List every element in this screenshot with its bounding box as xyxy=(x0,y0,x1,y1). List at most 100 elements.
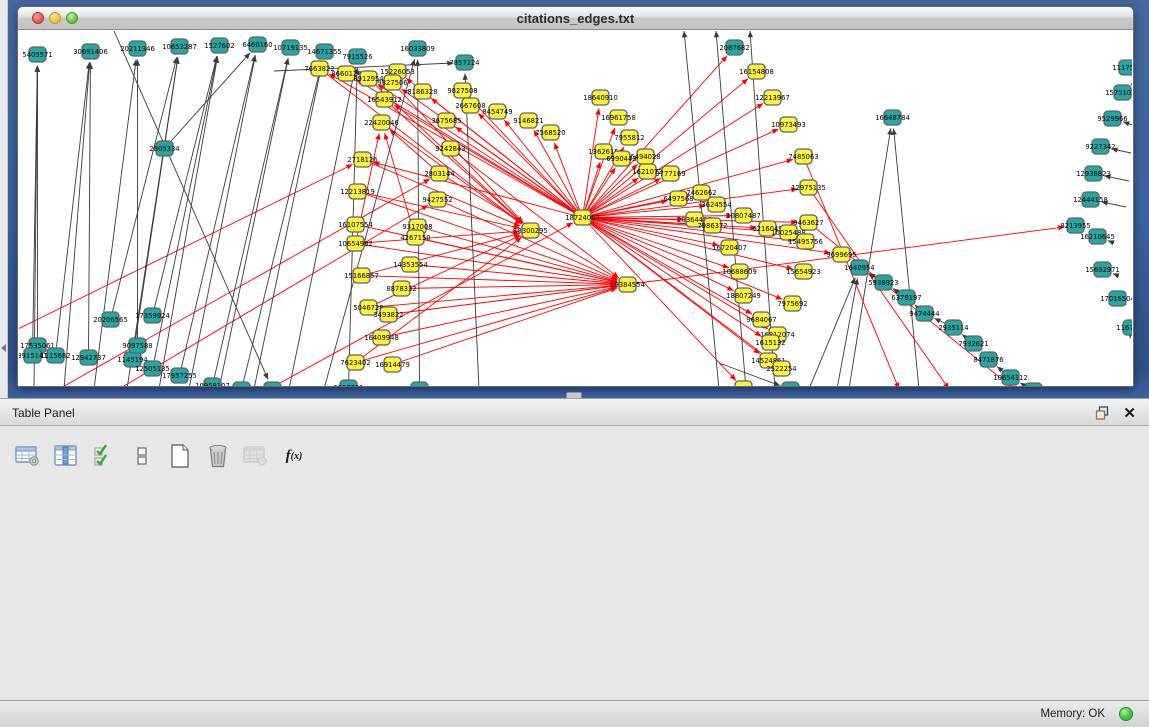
svg-text:4267150: 4267150 xyxy=(400,234,430,242)
network-node[interactable]: 9427552 xyxy=(422,192,452,207)
float-window-icon[interactable] xyxy=(1095,406,1109,420)
network-node[interactable]: 15166857 xyxy=(344,268,379,283)
network-node[interactable]: 16136141 xyxy=(726,381,761,386)
network-node[interactable]: 9827508 xyxy=(447,83,477,98)
network-node[interactable]: 16409948 xyxy=(364,330,399,345)
network-node[interactable]: 8213955 xyxy=(1060,218,1090,233)
rows-mode-button[interactable] xyxy=(128,442,156,470)
svg-text:9097588: 9097588 xyxy=(122,342,152,350)
network-node[interactable]: 7857224 xyxy=(449,55,479,70)
select-all-button[interactable] xyxy=(90,442,118,470)
network-node[interactable]: 7932621 xyxy=(958,336,988,351)
network-node[interactable]: 1733426 xyxy=(775,382,805,386)
network-node[interactable]: 7568520 xyxy=(535,125,565,140)
network-node[interactable]: 15751074 xyxy=(1105,85,1132,100)
network-node[interactable]: 30691406 xyxy=(73,44,108,59)
network-node[interactable]: 9146821 xyxy=(513,113,543,128)
network-window[interactable]: citations_edges.txt 5405571 30691406 20211… xyxy=(17,6,1134,387)
network-node[interactable]: 6460160 xyxy=(242,37,272,52)
network-node[interactable]: 14671355 xyxy=(307,44,342,59)
network-node[interactable]: 7663822 xyxy=(304,61,334,76)
network-edge xyxy=(213,58,289,385)
network-node[interactable]: 17016504 xyxy=(1100,291,1132,306)
svg-text:15692971: 15692971 xyxy=(1085,266,1120,274)
svg-text:10654112: 10654112 xyxy=(993,374,1028,382)
network-node[interactable]: 12213967 xyxy=(755,90,790,105)
network-node[interactable]: 10958107 xyxy=(195,378,230,386)
network-node[interactable]: 2805334 xyxy=(149,141,179,156)
svg-text:2087682: 2087682 xyxy=(719,44,749,52)
network-node[interactable]: 9529966 xyxy=(1097,111,1127,126)
network-edge xyxy=(269,223,573,386)
network-node[interactable]: 12942737 xyxy=(71,350,106,365)
network-node[interactable]: 10719135 xyxy=(273,40,308,55)
svg-text:8878332: 8878332 xyxy=(386,285,416,293)
network-node[interactable]: 16961758 xyxy=(601,110,636,125)
network-node[interactable]: 10654982 xyxy=(338,236,373,251)
delete-trash-button[interactable] xyxy=(204,442,232,470)
network-node[interactable]: 3675685 xyxy=(431,113,461,128)
show-columns-button[interactable] xyxy=(52,442,80,470)
svg-text:12444158: 12444158 xyxy=(1073,196,1108,204)
table-panel-header: Table Panel ✕ xyxy=(0,398,1149,426)
network-node[interactable]: 5405571 xyxy=(22,47,52,62)
network-node[interactable]: 12923448 xyxy=(255,382,290,386)
svg-text:14353554: 14353554 xyxy=(393,261,428,269)
network-node[interactable]: 22420046 xyxy=(364,115,399,130)
network-node[interactable]: 6379197 xyxy=(891,290,921,305)
network-node[interactable]: 10653287 xyxy=(162,39,197,54)
network-node[interactable]: 7623402 xyxy=(340,355,370,370)
network-node[interactable]: 4267150 xyxy=(400,230,430,245)
network-node[interactable]: 16033809 xyxy=(400,41,435,56)
network-node[interactable]: 7975692 xyxy=(777,296,807,311)
network-node[interactable]: 12938823 xyxy=(1076,166,1111,181)
network-node[interactable]: 10654112 xyxy=(993,370,1028,385)
network-node[interactable]: 9227342 xyxy=(1085,139,1115,154)
network-node[interactable]: 1527602 xyxy=(204,38,234,53)
import-table-disabled-button xyxy=(242,442,270,470)
network-node[interactable]: 16648784 xyxy=(875,110,910,125)
svg-text:15166857: 15166857 xyxy=(344,272,379,280)
network-edge xyxy=(89,62,91,357)
network-node[interactable]: 20206565 xyxy=(93,312,128,327)
function-builder-button[interactable]: f(x) xyxy=(280,442,308,470)
network-node[interactable]: 12975135 xyxy=(791,180,826,195)
network-node[interactable]: 7955812 xyxy=(614,130,644,145)
network-canvas[interactable]: 5405571 30691406 20211346 10653287 1527602 64… xyxy=(19,31,1132,386)
svg-text:1615132: 1615132 xyxy=(755,339,785,347)
network-node[interactable]: 13716485 xyxy=(402,382,437,386)
panel-collapse-arrow-icon[interactable] xyxy=(1,344,6,352)
svg-text:1527602: 1527602 xyxy=(204,42,234,50)
network-node[interactable]: 1167531 xyxy=(1116,320,1132,335)
network-node[interactable]: 18640910 xyxy=(583,90,618,105)
network-node[interactable]: 12213819 xyxy=(340,184,375,199)
network-node[interactable]: 16720407 xyxy=(712,240,747,255)
window-titlebar[interactable]: citations_edges.txt xyxy=(18,7,1133,30)
network-node[interactable]: 1117538 xyxy=(1112,60,1132,75)
network-node[interactable]: 2087682 xyxy=(719,40,749,55)
svg-text:18640910: 18640910 xyxy=(583,94,618,102)
memory-status-indicator xyxy=(1119,707,1133,721)
close-panel-icon[interactable]: ✕ xyxy=(1123,404,1136,422)
svg-text:6460160: 6460160 xyxy=(242,41,272,49)
network-node[interactable]: 7485063 xyxy=(788,149,818,164)
network-node[interactable]: 8878332 xyxy=(386,281,416,296)
network-edge xyxy=(362,233,520,275)
network-node[interactable]: 9857791 xyxy=(333,380,363,386)
network-node[interactable]: 20211346 xyxy=(120,41,155,56)
network-node[interactable]: 16914479 xyxy=(375,357,410,372)
network-node[interactable]: 16154808 xyxy=(739,64,774,79)
svg-text:9427552: 9427552 xyxy=(422,196,452,204)
table-settings-button[interactable] xyxy=(14,442,42,470)
svg-text:7975692: 7975692 xyxy=(777,300,807,308)
svg-text:30691406: 30691406 xyxy=(73,48,108,56)
network-node[interactable]: 5938923 xyxy=(868,275,898,290)
new-document-button[interactable] xyxy=(166,442,194,470)
network-node[interactable]: 8471876 xyxy=(973,352,1003,367)
network-node[interactable]: 18807249 xyxy=(726,288,761,303)
network-node[interactable]: 9684067 xyxy=(746,312,776,327)
network-node[interactable]: 15654923 xyxy=(786,264,821,279)
network-node[interactable]: 9463627 xyxy=(793,215,823,230)
network-node[interactable]: 12444158 xyxy=(1073,192,1108,207)
network-node[interactable]: 7915526 xyxy=(342,49,372,64)
